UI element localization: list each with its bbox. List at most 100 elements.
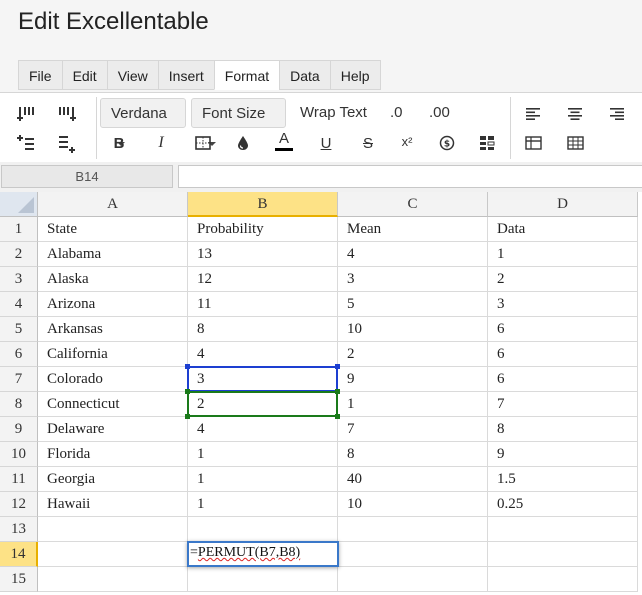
font-family-dropdown[interactable]: Verdana bbox=[100, 98, 186, 147]
cell-c9[interactable]: 7 bbox=[338, 417, 488, 442]
cell-d5[interactable]: 6 bbox=[488, 317, 638, 342]
cell-c13[interactable] bbox=[338, 517, 488, 542]
cell-c3[interactable]: 3 bbox=[338, 267, 488, 292]
align-left-icon[interactable] bbox=[522, 103, 544, 125]
resize-handle[interactable] bbox=[185, 389, 190, 394]
cell-c2[interactable]: 4 bbox=[338, 242, 488, 267]
cell-a5[interactable]: Arkansas bbox=[38, 317, 188, 342]
cell-d4[interactable]: 3 bbox=[488, 292, 638, 317]
cell-b13[interactable] bbox=[188, 517, 338, 542]
menu-data[interactable]: Data bbox=[279, 60, 330, 90]
row-header-4[interactable]: 4 bbox=[0, 292, 38, 317]
insert-row-above-icon[interactable] bbox=[15, 133, 37, 155]
cell-d13[interactable] bbox=[488, 517, 638, 542]
cell-b9[interactable]: 4 bbox=[188, 417, 338, 442]
cell-d15[interactable] bbox=[488, 567, 638, 592]
menu-help[interactable]: Help bbox=[329, 60, 381, 90]
increase-decimal-button[interactable]: .00 bbox=[429, 104, 450, 121]
insert-row-below-icon[interactable] bbox=[56, 133, 78, 155]
cell-c6[interactable]: 2 bbox=[338, 342, 488, 367]
resize-handle[interactable] bbox=[335, 414, 340, 419]
cell-a8[interactable]: Connecticut bbox=[38, 392, 188, 417]
borders-icon[interactable] bbox=[192, 132, 214, 154]
resize-handle[interactable] bbox=[185, 364, 190, 369]
cell-a14[interactable] bbox=[38, 542, 188, 567]
decrease-decimal-button[interactable]: .0 bbox=[390, 104, 403, 121]
formula-input[interactable] bbox=[178, 165, 642, 188]
cell-a7[interactable]: Colorado bbox=[38, 367, 188, 392]
cell-b3[interactable]: 12 bbox=[188, 267, 338, 292]
row-header-3[interactable]: 3 bbox=[0, 267, 38, 292]
select-all-corner[interactable] bbox=[0, 192, 38, 217]
column-header-b[interactable]: B bbox=[188, 192, 338, 217]
resize-handle[interactable] bbox=[185, 414, 190, 419]
font-size-dropdown[interactable]: Font Size bbox=[191, 98, 286, 147]
resize-handle[interactable] bbox=[335, 364, 340, 369]
cell-b7[interactable]: 3 bbox=[188, 367, 338, 392]
cell-d11[interactable]: 1.5 bbox=[488, 467, 638, 492]
cell-d14[interactable] bbox=[488, 542, 638, 567]
cell-c5[interactable]: 10 bbox=[338, 317, 488, 342]
menu-view[interactable]: View bbox=[106, 60, 158, 90]
cell-b2[interactable]: 13 bbox=[188, 242, 338, 267]
cell-c1[interactable]: Mean bbox=[338, 217, 488, 242]
cell-b4[interactable]: 11 bbox=[188, 292, 338, 317]
cell-d3[interactable]: 2 bbox=[488, 267, 638, 292]
row-header-15[interactable]: 15 bbox=[0, 567, 38, 592]
cell-d2[interactable]: 1 bbox=[488, 242, 638, 267]
fill-color-icon[interactable] bbox=[232, 132, 254, 154]
cell-a10[interactable]: Florida bbox=[38, 442, 188, 467]
name-box[interactable]: B14 bbox=[1, 165, 173, 188]
menu-edit[interactable]: Edit bbox=[61, 60, 107, 90]
cell-c8[interactable]: 1 bbox=[338, 392, 488, 417]
row-header-2[interactable]: 2 bbox=[0, 242, 38, 267]
menu-insert[interactable]: Insert bbox=[157, 60, 214, 90]
cell-a11[interactable]: Georgia bbox=[38, 467, 188, 492]
column-header-d[interactable]: D bbox=[488, 192, 638, 217]
row-header-13[interactable]: 13 bbox=[0, 517, 38, 542]
cell-a4[interactable]: Arizona bbox=[38, 292, 188, 317]
row-header-12[interactable]: 12 bbox=[0, 492, 38, 517]
cell-editor[interactable]: =PERMUT(B7,B8) bbox=[187, 541, 339, 567]
cell-d9[interactable]: 8 bbox=[488, 417, 638, 442]
cell-a15[interactable] bbox=[38, 567, 188, 592]
table-icon[interactable] bbox=[522, 132, 544, 154]
cell-a1[interactable]: State bbox=[38, 217, 188, 242]
row-header-5[interactable]: 5 bbox=[0, 317, 38, 342]
cell-c4[interactable]: 5 bbox=[338, 292, 488, 317]
align-center-icon[interactable] bbox=[564, 103, 586, 125]
cell-b8[interactable]: 2 bbox=[188, 392, 338, 417]
cell-d12[interactable]: 0.25 bbox=[488, 492, 638, 517]
cell-b15[interactable] bbox=[188, 567, 338, 592]
bold-button[interactable]: B bbox=[108, 132, 130, 154]
insert-column-left-icon[interactable] bbox=[15, 103, 37, 125]
strikethrough-button[interactable]: S bbox=[357, 132, 379, 154]
row-header-10[interactable]: 10 bbox=[0, 442, 38, 467]
cell-d1[interactable]: Data bbox=[488, 217, 638, 242]
cell-c11[interactable]: 40 bbox=[338, 467, 488, 492]
column-header-c[interactable]: C bbox=[338, 192, 488, 217]
row-header-11[interactable]: 11 bbox=[0, 467, 38, 492]
cell-c15[interactable] bbox=[338, 567, 488, 592]
grid-icon[interactable] bbox=[564, 132, 586, 154]
cell-b10[interactable]: 1 bbox=[188, 442, 338, 467]
cell-c10[interactable]: 8 bbox=[338, 442, 488, 467]
cell-a12[interactable]: Hawaii bbox=[38, 492, 188, 517]
cell-b12[interactable]: 1 bbox=[188, 492, 338, 517]
cell-d10[interactable]: 9 bbox=[488, 442, 638, 467]
insert-column-right-icon[interactable] bbox=[56, 103, 78, 125]
cell-d6[interactable]: 6 bbox=[488, 342, 638, 367]
cell-a6[interactable]: California bbox=[38, 342, 188, 367]
cell-d7[interactable]: 6 bbox=[488, 367, 638, 392]
row-header-1[interactable]: 1 bbox=[0, 217, 38, 242]
column-header-a[interactable]: A bbox=[38, 192, 188, 217]
underline-button[interactable]: U bbox=[315, 132, 337, 154]
menu-file[interactable]: File bbox=[18, 60, 62, 90]
cell-a3[interactable]: Alaska bbox=[38, 267, 188, 292]
cell-d8[interactable]: 7 bbox=[488, 392, 638, 417]
text-color-button[interactable]: A bbox=[273, 130, 295, 152]
align-right-icon[interactable] bbox=[606, 103, 628, 125]
row-header-6[interactable]: 6 bbox=[0, 342, 38, 367]
cell-b6[interactable]: 4 bbox=[188, 342, 338, 367]
cell-b5[interactable]: 8 bbox=[188, 317, 338, 342]
